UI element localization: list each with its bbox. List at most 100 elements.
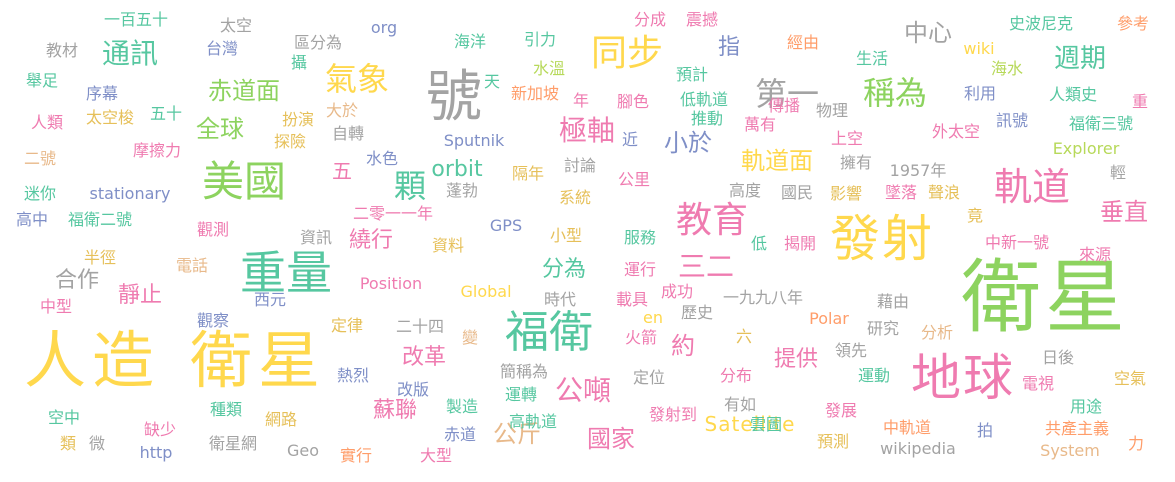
word-cloud-term: 地球 (911, 349, 1015, 407)
word-cloud-term: 人類 (30, 113, 64, 132)
word-cloud-term: Geo (286, 441, 320, 460)
word-cloud-term: 觀測 (196, 220, 230, 239)
word-cloud-term: 全球 (196, 115, 244, 143)
word-cloud-term: 區分為 (293, 33, 343, 52)
word-cloud-term: 中心 (904, 19, 952, 47)
word-cloud-term: 中型 (39, 297, 73, 316)
word-cloud-term: 稱為 (862, 74, 928, 112)
word-cloud-term: 二十四 (395, 317, 445, 336)
word-cloud-term: 高軌道 (508, 412, 558, 431)
word-cloud-term: 大於 (325, 101, 359, 120)
word-cloud-term: 通訊 (101, 37, 159, 70)
word-cloud-term: 觀察 (196, 311, 230, 330)
word-cloud-term: 教材 (45, 41, 79, 60)
word-cloud-term: 極軸 (558, 114, 616, 147)
word-cloud-term: 變 (461, 328, 479, 347)
word-cloud-term: 衛星 (961, 251, 1129, 344)
word-cloud-term: 人類史 (1048, 85, 1098, 104)
word-cloud-term: 領先 (834, 341, 868, 360)
word-cloud-term: 六 (735, 327, 753, 346)
word-cloud-term: GPS (489, 216, 523, 235)
word-cloud-term: 藉由 (876, 292, 910, 311)
word-cloud-term: 利用 (963, 84, 997, 103)
word-cloud-term: 台灣 (205, 39, 239, 58)
word-cloud-term: 軌道面 (741, 147, 813, 175)
word-cloud-term: 運動 (857, 366, 891, 385)
word-cloud-term: 迷你 (23, 184, 57, 203)
word-cloud-term: 參考 (1116, 14, 1150, 33)
word-cloud-term: 低 (750, 234, 768, 253)
word-cloud-term: 類 (59, 434, 77, 453)
word-cloud-term: 經由 (786, 33, 820, 52)
word-cloud-term: 影響 (829, 184, 863, 203)
word-cloud-term: 發射到 (648, 405, 698, 424)
word-cloud-term: 史波尼克 (1008, 14, 1074, 33)
word-cloud-term: 隔年 (511, 164, 545, 183)
word-cloud-term: 指 (717, 35, 741, 60)
word-cloud-term: 一百五十 (103, 10, 169, 29)
word-cloud-term: 序幕 (85, 84, 119, 103)
word-cloud-term: 訊號 (995, 111, 1029, 130)
word-cloud-term: 揭開 (783, 234, 817, 253)
word-cloud-term: 氣象 (324, 60, 390, 98)
word-cloud-term: 缺少 (143, 420, 177, 439)
word-cloud-term: 萬有 (743, 115, 777, 134)
word-cloud-term: 分為 (541, 257, 587, 282)
word-cloud-term: 生活 (855, 49, 889, 68)
word-cloud-term: 分析 (920, 323, 954, 342)
word-cloud-term: 蓬勃 (445, 181, 479, 200)
word-cloud-term: 電話 (175, 256, 209, 275)
word-cloud-term: 自轉 (331, 124, 365, 143)
word-cloud-term: 小型 (549, 226, 583, 245)
word-cloud-term: 分布 (719, 366, 753, 385)
word-cloud-term: 發展 (824, 401, 858, 420)
word-cloud-term: 太空 (219, 16, 253, 35)
word-cloud-term: 運行 (623, 260, 657, 279)
word-cloud-term: 一九九八年 (722, 288, 804, 307)
word-cloud-term: wikipedia (880, 439, 956, 458)
word-cloud-term: 簡稱為 (499, 362, 549, 381)
word-cloud-term: http (139, 443, 173, 462)
word-cloud-term: 重 (1131, 92, 1149, 111)
word-cloud-term: 摩擦力 (132, 141, 182, 160)
word-cloud-term: 定律 (330, 316, 364, 335)
word-cloud-term: Global (460, 282, 512, 301)
word-cloud-term: 竟 (966, 206, 984, 225)
word-cloud-term: 中新一號 (984, 233, 1050, 252)
word-cloud-term: 有如 (723, 395, 757, 414)
word-cloud-term: stationary (89, 184, 171, 203)
word-cloud-term: 高中 (15, 210, 49, 229)
word-cloud-term: 電視 (1021, 374, 1055, 393)
word-cloud-term: 改版 (396, 380, 430, 399)
word-cloud-term: Explorer (1052, 139, 1120, 158)
word-cloud-term: 力 (1127, 434, 1145, 453)
word-cloud-term: 墜落 (884, 183, 918, 202)
word-cloud-term: 預計 (675, 65, 709, 84)
word-cloud-term: 發射 (830, 210, 934, 268)
word-cloud-term: 福衛三號 (1068, 114, 1134, 133)
word-cloud-term: 熱烈 (336, 366, 370, 385)
word-cloud-term: 輕 (1109, 163, 1127, 182)
word-cloud-term: 外太空 (931, 122, 981, 141)
word-cloud-term: 近 (621, 130, 639, 149)
word-cloud-term: 空中 (47, 408, 81, 427)
word-cloud-term: 扮演 (281, 110, 315, 129)
word-cloud-term: 合作 (54, 268, 100, 293)
word-cloud-term: wiki (963, 39, 995, 58)
word-cloud-term: 公里 (617, 170, 651, 189)
word-cloud-term: 低軌道 (679, 90, 729, 109)
word-cloud-term: 衛星網 (208, 434, 258, 453)
word-cloud-term: 腳色 (616, 92, 650, 111)
word-cloud-term: 來源 (1078, 245, 1112, 264)
word-cloud-term: 水溫 (532, 59, 566, 78)
word-cloud-term: 五十 (149, 104, 183, 123)
word-cloud-term: 提供 (773, 347, 819, 372)
word-cloud-term: 歷史 (680, 303, 714, 322)
word-cloud-term: 水色 (365, 149, 399, 168)
word-cloud-term: 時代 (543, 290, 577, 309)
word-cloud-term: 微 (88, 434, 106, 453)
word-cloud-term: 推動 (690, 109, 724, 128)
word-cloud-term: 國民 (780, 183, 814, 202)
word-cloud-term: 實行 (339, 446, 373, 465)
word-cloud-term: 資料 (431, 236, 465, 255)
